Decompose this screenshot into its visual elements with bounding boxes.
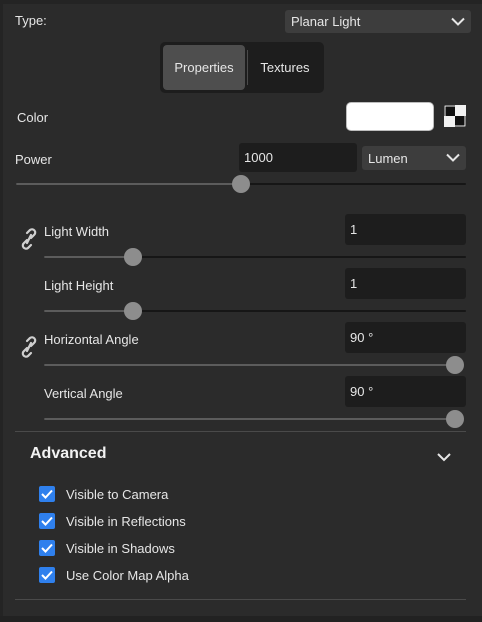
light-type-dropdown[interactable]: Planar Light (285, 10, 471, 33)
panel-left-edge (0, 0, 3, 622)
power-input[interactable]: 1000 (239, 143, 357, 172)
check-icon[interactable] (39, 540, 55, 556)
vertical-angle-value: 90 ° (350, 384, 374, 399)
panel-bottom-edge (0, 616, 482, 622)
horizontal-angle-label: Horizontal Angle (44, 332, 139, 347)
chevron-down-icon (446, 151, 460, 166)
horizontal-angle-slider-fill (44, 364, 455, 366)
power-label: Power (15, 152, 52, 167)
light-height-input[interactable]: 1 (345, 268, 466, 299)
vertical-angle-slider-fill (44, 418, 455, 420)
checkbox-visible-in-shadows[interactable]: Visible in Shadows (39, 540, 175, 556)
chevron-down-icon (451, 14, 465, 29)
light-width-slider[interactable] (44, 256, 466, 258)
light-height-value: 1 (350, 276, 358, 291)
section-divider (15, 599, 466, 600)
tab-properties[interactable]: Properties (163, 45, 245, 90)
light-height-slider[interactable] (44, 310, 466, 312)
light-width-input[interactable]: 1 (345, 214, 466, 245)
tab-properties-label: Properties (174, 60, 234, 75)
light-height-slider-thumb[interactable] (123, 302, 142, 320)
checkbox-label: Visible in Reflections (66, 513, 186, 529)
power-slider-fill (16, 183, 241, 185)
horizontal-angle-value: 90 ° (350, 330, 374, 345)
light-width-slider-thumb[interactable] (123, 248, 142, 266)
type-label: Type: (15, 13, 47, 28)
light-width-value: 1 (350, 222, 358, 237)
color-label: Color (17, 110, 49, 125)
horizontal-angle-slider-thumb[interactable] (446, 356, 464, 374)
light-width-slider-fill (44, 256, 133, 258)
horizontal-angle-input[interactable]: 90 ° (345, 322, 466, 353)
advanced-section-header[interactable]: Advanced (15, 432, 466, 472)
properties-textures-tabs: Properties Textures (160, 42, 324, 93)
light-height-label: Light Height (44, 278, 114, 293)
vertical-angle-slider-thumb[interactable] (446, 410, 464, 428)
light-type-value: Planar Light (291, 14, 361, 29)
tab-separator (247, 50, 248, 85)
panel-top-edge (0, 0, 482, 4)
check-icon[interactable] (39, 567, 55, 583)
color-swatch[interactable] (346, 102, 434, 131)
link-icon[interactable] (19, 335, 39, 359)
power-value: 1000 (244, 150, 273, 165)
power-slider-thumb[interactable] (232, 175, 250, 193)
light-height-slider-fill (44, 310, 133, 312)
chevron-down-icon[interactable] (437, 450, 451, 465)
tab-textures[interactable]: Textures (249, 45, 321, 90)
power-unit-value: Lumen (368, 150, 408, 166)
horizontal-angle-slider[interactable] (44, 364, 455, 366)
vertical-angle-label: Vertical Angle (44, 386, 123, 401)
checkbox-visible-to-camera[interactable]: Visible to Camera (39, 486, 168, 502)
vertical-angle-input[interactable]: 90 ° (345, 376, 466, 407)
checkbox-label: Use Color Map Alpha (66, 567, 189, 583)
check-icon[interactable] (39, 513, 55, 529)
checkbox-label: Visible in Shadows (66, 540, 175, 556)
vertical-angle-slider[interactable] (44, 418, 455, 420)
checker-icon[interactable] (444, 105, 466, 127)
checkbox-use-color-map-alpha[interactable]: Use Color Map Alpha (39, 567, 189, 583)
check-icon[interactable] (39, 486, 55, 502)
link-icon[interactable] (19, 227, 39, 251)
advanced-title: Advanced (30, 445, 107, 462)
checkbox-label: Visible to Camera (66, 486, 169, 502)
tab-textures-label: Textures (260, 60, 310, 75)
light-width-label: Light Width (44, 224, 110, 239)
checkbox-visible-in-reflections[interactable]: Visible in Reflections (39, 513, 186, 529)
power-unit-dropdown[interactable]: Lumen (362, 146, 466, 170)
